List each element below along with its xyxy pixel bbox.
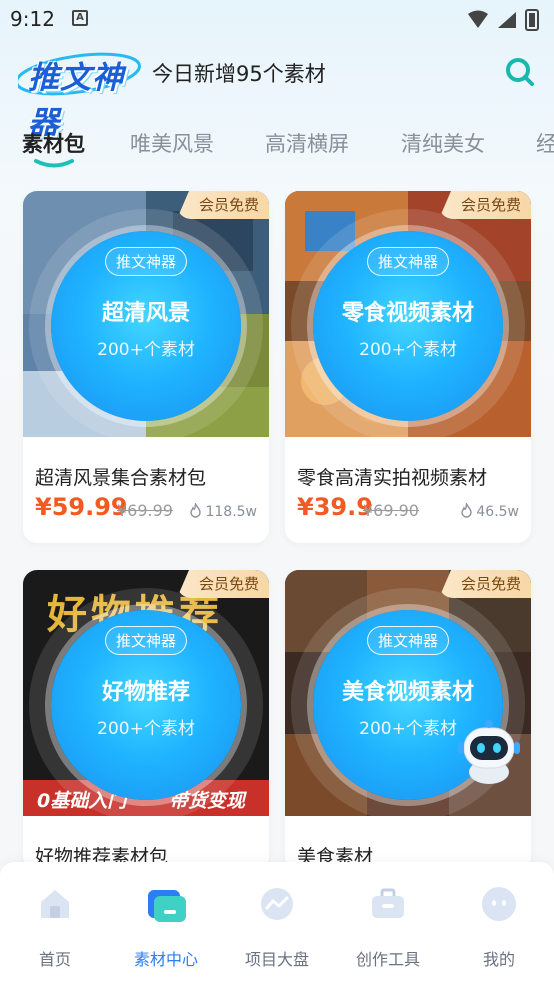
brand-pill: 推文神器 bbox=[366, 247, 450, 276]
tab-material-pack[interactable]: 素材包 bbox=[22, 128, 85, 158]
nav-label: 我的 bbox=[482, 950, 515, 969]
home-icon bbox=[41, 890, 69, 918]
cover-circle: 推文神器 超清风景 200+个素材 bbox=[51, 231, 241, 421]
chart-icon bbox=[261, 888, 293, 920]
nav-label: 创作工具 bbox=[355, 950, 420, 969]
assistant-robot-button[interactable] bbox=[456, 716, 522, 786]
tab-hd-landscape[interactable]: 高清横屏 bbox=[265, 128, 349, 158]
search-button[interactable] bbox=[502, 54, 538, 90]
cover-count: 200+个素材 bbox=[97, 340, 195, 360]
cover-count: 200+个素材 bbox=[97, 719, 195, 739]
tab-more[interactable]: 经 bbox=[536, 128, 554, 158]
toolbox-icon bbox=[372, 888, 404, 918]
nav-label: 素材中心 bbox=[133, 950, 198, 969]
cover-count: 200+个素材 bbox=[359, 340, 457, 360]
member-free-badge: 会员免费 bbox=[176, 191, 269, 219]
app-header: 推文神器 今日新增95个素材 bbox=[0, 40, 554, 141]
cover-title: 美食视频素材 bbox=[341, 680, 474, 705]
nav-label: 项目大盘 bbox=[244, 950, 309, 969]
cover-title: 零食视频素材 bbox=[341, 301, 474, 326]
flame-icon bbox=[461, 501, 473, 518]
search-icon bbox=[506, 58, 534, 86]
view-count-value: 118.5w bbox=[205, 504, 257, 520]
cover-circle: 推文神器 零食视频素材 200+个素材 bbox=[313, 231, 503, 421]
cover-title: 超清风景 bbox=[101, 301, 190, 326]
material-card[interactable]: 好物推荐 0基础入门 带货变现 会员免费 推文神器 好物推荐 200+个素材 好… bbox=[23, 570, 269, 870]
member-free-badge: 会员免费 bbox=[176, 570, 269, 598]
robot-icon bbox=[458, 720, 520, 784]
bottom-navigation: 首页 素材中心 项目大盘 创作工具 我的 bbox=[0, 862, 554, 984]
brand-pill: 推文神器 bbox=[104, 626, 188, 655]
card-cover-image: 好物推荐 0基础入门 带货变现 会员免费 推文神器 好物推荐 200+个素材 bbox=[23, 570, 269, 816]
active-tab-indicator bbox=[34, 159, 74, 168]
notification-icon: A bbox=[72, 10, 88, 26]
profile-icon bbox=[482, 887, 516, 921]
folder-icon bbox=[148, 890, 186, 922]
original-price: ¥69.99 bbox=[117, 501, 173, 520]
flame-icon bbox=[190, 501, 202, 518]
material-card[interactable]: 会员免费 推文神器 超清风景 200+个素材 超清风景集合素材包 ¥59.99 … bbox=[23, 191, 269, 543]
header-title: 今日新增95个素材 bbox=[152, 62, 326, 86]
view-count: 46.5w bbox=[460, 501, 519, 520]
tab-beauty[interactable]: 清纯美女 bbox=[401, 128, 485, 158]
card-cover-image: 会员免费 推文神器 超清风景 200+个素材 bbox=[23, 191, 269, 437]
view-count: 118.5w bbox=[189, 501, 257, 520]
member-free-badge: 会员免费 bbox=[438, 570, 531, 598]
nav-item-profile[interactable]: 我的 bbox=[444, 862, 554, 984]
brand-pill: 推文神器 bbox=[366, 626, 450, 655]
cover-circle: 推文神器 好物推荐 200+个素材 bbox=[51, 610, 241, 800]
view-count-value: 46.5w bbox=[476, 504, 519, 520]
card-title: 超清风景集合素材包 bbox=[35, 467, 207, 489]
nav-item-creation-tools[interactable]: 创作工具 bbox=[333, 862, 443, 984]
card-title: 零食高清实拍视频素材 bbox=[297, 467, 488, 489]
nav-item-project-board[interactable]: 项目大盘 bbox=[222, 862, 332, 984]
system-status-icons bbox=[468, 9, 539, 31]
app-logo: 推文神器 bbox=[18, 46, 146, 141]
status-bar: 9:12 A bbox=[0, 0, 554, 40]
brand-pill: 推文神器 bbox=[104, 247, 188, 276]
status-time: 9:12 bbox=[10, 7, 55, 31]
price: ¥39.9 bbox=[297, 493, 373, 521]
material-card[interactable]: 会员免费 推文神器 零食视频素材 200+个素材 零食高清实拍视频素材 ¥39.… bbox=[285, 191, 531, 543]
nav-item-home[interactable]: 首页 bbox=[0, 862, 110, 984]
cover-title: 好物推荐 bbox=[101, 680, 190, 705]
tab-scenery[interactable]: 唯美风景 bbox=[130, 128, 214, 158]
nav-item-material-center[interactable]: 素材中心 bbox=[111, 862, 221, 984]
nav-label: 首页 bbox=[38, 950, 71, 969]
card-cover-image: 会员免费 推文神器 零食视频素材 200+个素材 bbox=[285, 191, 531, 437]
category-tabs: 素材包 唯美风景 高清横屏 清纯美女 经 bbox=[0, 118, 554, 174]
member-free-badge: 会员免费 bbox=[438, 191, 531, 219]
original-price: ¥69.90 bbox=[363, 501, 419, 520]
price: ¥59.99 bbox=[35, 493, 128, 521]
